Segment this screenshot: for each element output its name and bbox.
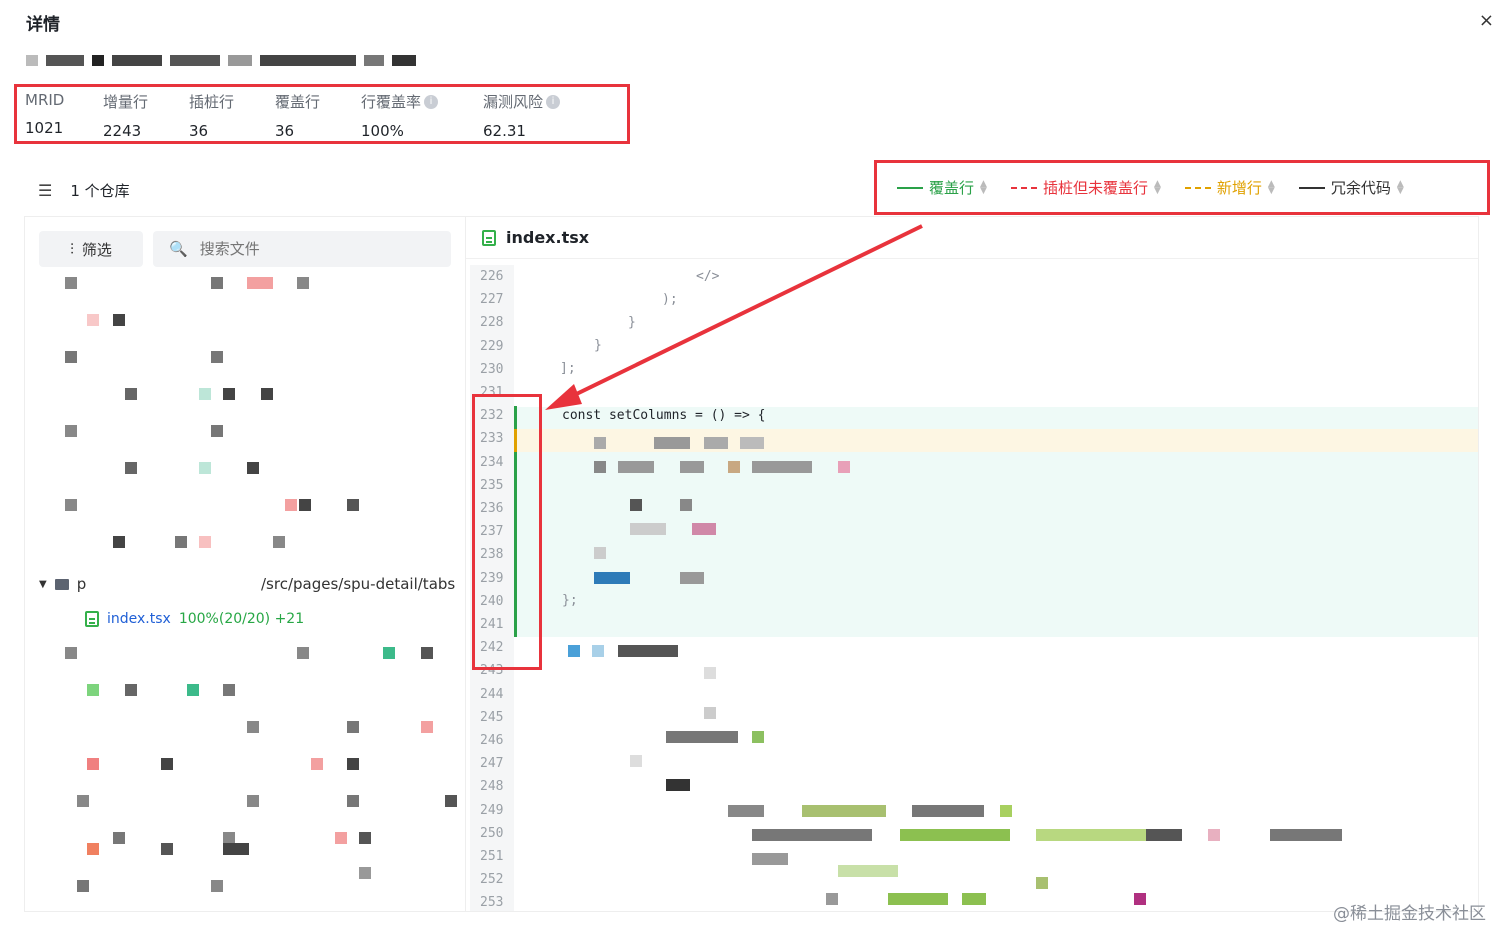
filter-icon: ⫶ — [70, 240, 74, 258]
file-name[interactable]: index.tsx — [107, 611, 171, 627]
search-input[interactable] — [199, 240, 420, 258]
dialog-title: 详情 — [26, 15, 60, 35]
line-number: 247 — [480, 756, 504, 772]
gutter-highlight-box — [472, 394, 542, 670]
repo-count: 1 个仓库 — [70, 182, 130, 200]
line-number: 246 — [480, 733, 504, 748]
stats-highlight-box: MRID 1021 增量行 2243 插桩行 36 覆盖行 36 行覆盖率 i 1… — [14, 84, 630, 144]
code-file-header: index.tsx — [466, 217, 1478, 259]
close-icon[interactable]: × — [1479, 10, 1494, 31]
blurred-subtitle — [26, 55, 416, 66]
stat-added-lines: 增量行 2243 — [103, 91, 148, 140]
stat-mrid: MRID 1021 — [25, 91, 64, 137]
line-number: 230 — [480, 361, 504, 377]
sort-icon[interactable]: ▲ ▼ — [1397, 179, 1404, 195]
sort-icon[interactable]: ▲ ▼ — [1268, 179, 1275, 195]
legend-redundant[interactable]: 冗余代码 ▲ ▼ — [1298, 177, 1404, 198]
folder-path: /src/pages/spu-detail/tabs — [261, 575, 456, 593]
code-line: } — [628, 315, 636, 330]
folder-prefix: p — [76, 575, 87, 593]
code-line: </> — [696, 269, 720, 284]
legend-line — [1184, 186, 1211, 189]
line-number: 245 — [480, 709, 504, 725]
stat-line-coverage: 行覆盖率 i 100% — [361, 91, 439, 140]
legend-label: 覆盖行 — [929, 179, 975, 197]
repo-toggle[interactable]: ☰ 1 个仓库 — [38, 180, 130, 201]
legend-line — [897, 186, 923, 189]
stat-value: 36 — [275, 122, 295, 140]
code-line: } — [594, 338, 602, 353]
legend-covered[interactable]: 覆盖行 ▲ ▼ — [897, 177, 987, 198]
stat-label: 覆盖行 — [275, 93, 321, 111]
info-icon[interactable]: i — [546, 94, 561, 109]
legend-line — [1010, 186, 1037, 189]
legend-line — [1298, 186, 1325, 189]
code-line: ]; — [560, 361, 576, 376]
line-number: 248 — [480, 779, 504, 795]
code-viewer-panel: index.tsx 226 227 228 229 230 231 232 233 234 235… — [465, 216, 1479, 912]
sort-icon[interactable]: ▲ ▼ — [980, 179, 987, 195]
line-number: 251 — [480, 849, 504, 864]
tree-folder-row[interactable]: ▼ p — [39, 575, 86, 593]
stat-value: 62.31 — [483, 122, 526, 140]
line-number: 250 — [480, 825, 504, 841]
filter-label: 筛选 — [81, 240, 112, 259]
line-number: 244 — [480, 686, 504, 702]
stat-value: 100% — [361, 122, 404, 140]
folder-icon — [54, 578, 69, 590]
code-line: const setColumns = () => { — [562, 408, 766, 423]
code-file-name: index.tsx — [506, 228, 590, 247]
stat-value: 1021 — [25, 119, 64, 137]
file-icon — [482, 229, 496, 246]
stat-label: 漏测风险 — [483, 93, 544, 111]
tree-file-row[interactable]: index.tsx 100%(20/20) +21 — [85, 611, 304, 627]
line-number: 252 — [480, 872, 504, 888]
filter-button[interactable]: ⫶ 筛选 — [39, 231, 143, 267]
legend-uncovered[interactable]: 插桩但未覆盖行 ▲ ▼ — [1010, 177, 1161, 198]
sort-icon[interactable]: ▲ ▼ — [1154, 179, 1161, 195]
info-icon[interactable]: i — [424, 94, 439, 109]
line-number: 226 — [480, 269, 504, 284]
legend-highlight-box: 覆盖行 ▲ ▼ 插桩但未覆盖行 ▲ ▼ 新增行 ▲ ▼ 冗余代码 ▲ ▼ — [874, 160, 1490, 215]
legend-label: 新增行 — [1216, 179, 1262, 197]
file-coverage-stats: 100%(20/20) +21 — [178, 611, 305, 627]
stat-instrumented-lines: 插桩行 36 — [189, 91, 234, 140]
stat-value: 2243 — [103, 122, 142, 140]
stat-miss-risk: 漏测风险 i 62.31 — [483, 91, 561, 140]
code-line: ); — [662, 292, 678, 307]
legend-new[interactable]: 新增行 ▲ ▼ — [1184, 177, 1275, 198]
stat-covered-lines: 覆盖行 36 — [275, 91, 320, 140]
stat-label: MRID — [25, 91, 65, 109]
legend-label: 插桩但未覆盖行 — [1042, 179, 1148, 197]
file-icon — [85, 611, 99, 627]
line-number: 228 — [480, 315, 504, 331]
legend-label: 冗余代码 — [1330, 179, 1391, 197]
collapse-list-icon[interactable]: ☰ — [38, 181, 52, 200]
line-number: 227 — [480, 292, 504, 308]
watermark: @稀土掘金技术社区 — [1333, 904, 1486, 924]
search-icon: 🔍 — [169, 240, 188, 258]
stat-value: 36 — [189, 122, 209, 140]
line-number: 229 — [480, 338, 504, 354]
stat-label: 增量行 — [103, 93, 149, 111]
caret-down-icon[interactable]: ▼ — [39, 579, 47, 590]
line-number: 253 — [480, 895, 504, 911]
line-number: 249 — [480, 802, 504, 818]
stat-label: 插桩行 — [189, 93, 235, 111]
code-line: }; — [562, 593, 578, 608]
file-tree-panel: ⫶ 筛选 🔍 搜索文件 ▼ p /src/pages/spu-detail/ta… — [24, 216, 465, 912]
stat-label: 行覆盖率 — [361, 93, 422, 111]
search-field[interactable]: 🔍 — [153, 231, 451, 267]
